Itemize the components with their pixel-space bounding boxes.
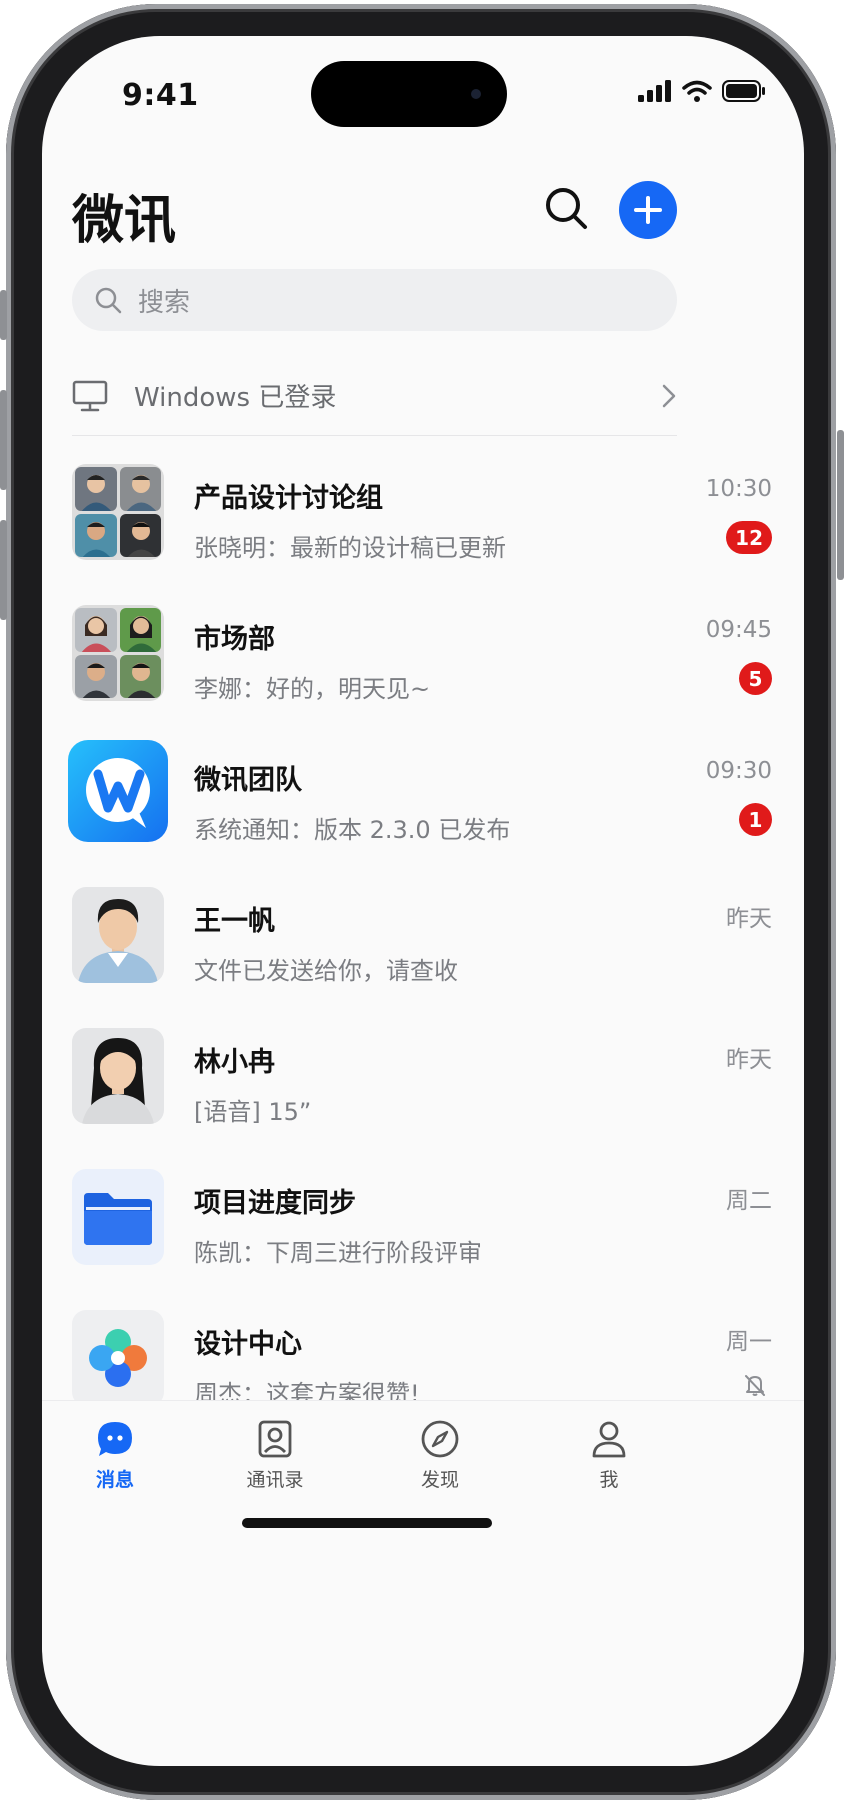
chat-item[interactable]: 项目进度同步 陈凯：下周三进行阶段评审 周二 xyxy=(42,1151,804,1292)
wifi-icon xyxy=(682,80,712,102)
chat-preview: 系统通知：版本 2.3.0 已发布 xyxy=(194,816,511,844)
chat-preview: 张晓明：最新的设计稿已更新 xyxy=(194,534,506,562)
chat-name: 产品设计讨论组 xyxy=(194,483,383,514)
person-photo xyxy=(78,899,158,983)
volume-down-button xyxy=(0,520,7,620)
unread-badge: 5 xyxy=(739,662,772,695)
search-button[interactable] xyxy=(542,184,592,234)
tab-messages[interactable]: 消息 xyxy=(55,1419,175,1492)
contacts-icon xyxy=(258,1420,292,1458)
chat-item[interactable]: 林小冉 [语音] 15” 昨天 xyxy=(42,1010,804,1151)
windows-login-banner[interactable]: Windows 已登录 xyxy=(72,356,677,436)
avatar xyxy=(72,887,164,983)
login-banner-text: Windows 已登录 xyxy=(134,383,337,413)
chat-list: 产品设计讨论组 张晓明：最新的设计稿已更新 10:30 12 市场部 李娜：好的… xyxy=(42,446,804,1433)
chat-item[interactable]: 微讯团队 系统通知：版本 2.3.0 已发布 09:30 1 xyxy=(42,728,804,869)
status-icons xyxy=(638,80,766,102)
chat-name: 市场部 xyxy=(194,624,275,655)
mute-bell-icon xyxy=(745,1375,765,1396)
chat-time: 09:30 xyxy=(705,758,772,784)
search-icon xyxy=(95,287,122,314)
chat-item[interactable]: 王一帆 文件已发送给你，请查收 昨天 xyxy=(42,869,804,1010)
chat-bubble-icon xyxy=(98,1422,132,1456)
tab-label: 我 xyxy=(599,1469,619,1491)
monitor-icon xyxy=(72,380,108,411)
home-indicator[interactable] xyxy=(242,1518,492,1528)
plus-icon xyxy=(634,196,662,224)
chevron-right-icon xyxy=(662,384,676,407)
avatar xyxy=(72,1028,164,1124)
chat-item[interactable]: 产品设计讨论组 张晓明：最新的设计稿已更新 10:30 12 xyxy=(42,446,804,587)
folder-avatar xyxy=(72,1169,164,1265)
folder-icon xyxy=(84,1193,152,1245)
chat-preview: [语音] 15” xyxy=(194,1098,312,1126)
chat-preview: 文件已发送给你，请查收 xyxy=(194,957,458,985)
chat-name: 设计中心 xyxy=(194,1329,302,1360)
tab-label: 发现 xyxy=(420,1469,459,1491)
tab-label: 消息 xyxy=(95,1469,134,1491)
design-center-avatar xyxy=(72,1310,164,1406)
flower-logo-icon xyxy=(89,1329,147,1387)
chat-item[interactable]: 市场部 李娜：好的，明天见~ 09:45 5 xyxy=(42,587,804,728)
mute-switch xyxy=(0,290,7,340)
app-title: 微讯 xyxy=(72,191,177,251)
battery-icon xyxy=(722,80,765,102)
dynamic-island xyxy=(311,61,507,127)
unread-badge: 12 xyxy=(726,521,772,554)
chat-time: 昨天 xyxy=(726,1047,772,1073)
chat-time: 周二 xyxy=(726,1188,772,1214)
chat-time: 10:30 xyxy=(705,476,772,502)
app-logo-avatar xyxy=(68,740,168,842)
camera-dot xyxy=(471,89,481,99)
status-time: 9:41 xyxy=(122,78,199,113)
chat-time: 昨天 xyxy=(726,906,772,932)
person-icon xyxy=(592,1421,626,1458)
tab-discover[interactable]: 发现 xyxy=(380,1419,500,1492)
chat-name: 微讯团队 xyxy=(194,765,302,796)
search-input[interactable]: 搜索 xyxy=(72,269,677,331)
chat-time: 09:45 xyxy=(705,617,772,643)
status-bar: 9:41 xyxy=(42,36,804,146)
volume-up-button xyxy=(0,390,7,490)
search-placeholder: 搜索 xyxy=(138,287,191,318)
tab-bar: 消息 通讯录 发现 我 xyxy=(42,1400,804,1535)
chat-preview: 李娜：好的，明天见~ xyxy=(194,675,431,703)
chat-name: 项目进度同步 xyxy=(194,1188,356,1219)
search-icon xyxy=(546,188,587,229)
tab-contacts[interactable]: 通讯录 xyxy=(215,1419,335,1492)
tab-me[interactable]: 我 xyxy=(549,1419,669,1492)
unread-badge: 1 xyxy=(739,803,772,836)
chat-preview: 陈凯：下周三进行阶段评审 xyxy=(194,1239,482,1267)
chat-name: 王一帆 xyxy=(194,906,275,937)
app-header: 微讯 xyxy=(42,154,804,264)
signal-icon xyxy=(638,80,671,102)
phone-screen: 9:41 微讯 搜索 Windows 已登录 产品设计讨论组 张晓明：最新的设计… xyxy=(42,36,804,1766)
add-button[interactable] xyxy=(619,181,677,239)
person-photo xyxy=(82,1038,154,1124)
chat-time: 周一 xyxy=(726,1329,772,1355)
power-button xyxy=(837,430,844,580)
chat-name: 林小冉 xyxy=(194,1047,275,1078)
group-avatar xyxy=(72,605,164,701)
group-avatar xyxy=(72,464,164,560)
tab-label: 通讯录 xyxy=(246,1469,304,1491)
logo-icon xyxy=(86,758,150,828)
compass-icon xyxy=(421,1420,459,1458)
